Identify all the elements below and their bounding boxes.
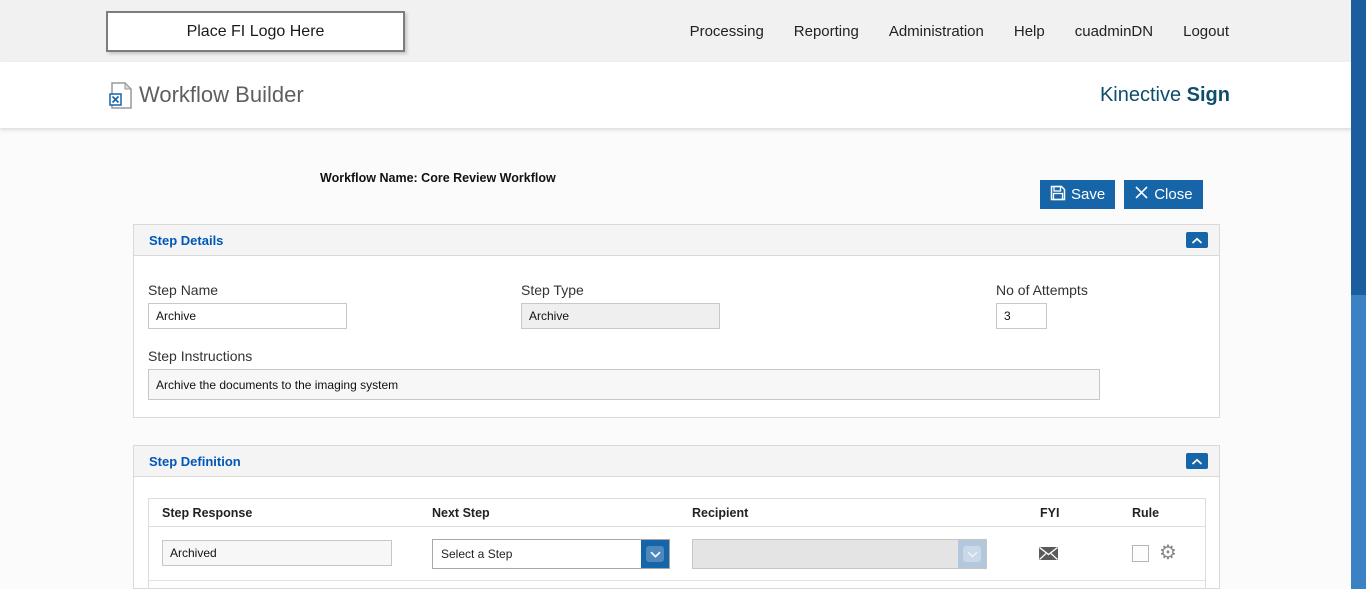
close-button-label: Close bbox=[1154, 186, 1192, 203]
instructions-input[interactable] bbox=[148, 369, 1100, 400]
step-details-panel: Step Details Step Name Step Type No of A… bbox=[133, 224, 1220, 418]
attempts-input[interactable] bbox=[996, 303, 1047, 329]
close-button[interactable]: Close bbox=[1124, 180, 1202, 209]
nav-help[interactable]: Help bbox=[1014, 23, 1045, 40]
fi-logo-placeholder: Place FI Logo Here bbox=[106, 11, 405, 52]
rule-gear-icon[interactable]: ⚙ bbox=[1159, 540, 1177, 566]
recipient-dropdown-button bbox=[958, 540, 986, 568]
step-definition-body: Step Response Next Step Recipient FYI Ru… bbox=[134, 477, 1219, 589]
collapse-step-definition-button[interactable] bbox=[1186, 453, 1208, 469]
step-definition-panel: Step Definition Step Response Next Step … bbox=[133, 445, 1220, 589]
vertical-scrollbar[interactable] bbox=[1351, 0, 1366, 589]
col-rule: Rule bbox=[1132, 506, 1159, 520]
collapse-step-details-button[interactable] bbox=[1186, 232, 1208, 248]
action-buttons: Save Close bbox=[1040, 180, 1203, 209]
brand-second: Sign bbox=[1187, 84, 1230, 106]
workflow-builder-icon bbox=[109, 82, 133, 109]
step-type-input bbox=[521, 303, 720, 329]
scrollbar-thumb[interactable] bbox=[1351, 0, 1366, 295]
col-next-step: Next Step bbox=[432, 506, 490, 520]
nav-reporting[interactable]: Reporting bbox=[794, 23, 859, 40]
col-recipient: Recipient bbox=[692, 506, 748, 520]
recipient-dropdown bbox=[692, 539, 987, 569]
step-definition-table: Step Response Next Step Recipient FYI Ru… bbox=[148, 498, 1206, 589]
col-step-response: Step Response bbox=[162, 506, 252, 520]
step-name-label: Step Name bbox=[148, 282, 218, 298]
chevron-down-icon bbox=[963, 546, 981, 562]
nav-administration[interactable]: Administration bbox=[889, 23, 984, 40]
save-button-label: Save bbox=[1071, 186, 1105, 203]
fi-logo-text: Place FI Logo Here bbox=[187, 23, 325, 41]
save-icon bbox=[1050, 185, 1066, 205]
next-step-selected-value: Select a Step bbox=[433, 540, 641, 568]
chevron-down-icon bbox=[646, 546, 664, 562]
step-name-input[interactable] bbox=[148, 303, 347, 329]
top-bar: Place FI Logo Here Processing Reporting … bbox=[0, 0, 1366, 62]
nav-username[interactable]: cuadminDN bbox=[1075, 23, 1153, 40]
step-type-label: Step Type bbox=[521, 282, 584, 298]
step-definition-title: Step Definition bbox=[149, 454, 1186, 469]
workflow-name-label: Workflow Name: Core Review Workflow bbox=[320, 171, 556, 185]
recipient-selected-value bbox=[693, 540, 958, 568]
step-response-input[interactable] bbox=[162, 540, 392, 566]
attempts-label: No of Attempts bbox=[996, 282, 1088, 298]
rule-checkbox[interactable] bbox=[1132, 545, 1149, 562]
brand-logo: Kinective Sign bbox=[1100, 62, 1230, 128]
table-row bbox=[149, 581, 1205, 589]
main-nav: Processing Reporting Administration Help… bbox=[690, 0, 1229, 62]
table-header-row: Step Response Next Step Recipient FYI Ru… bbox=[149, 499, 1205, 527]
step-details-body: Step Name Step Type No of Attempts Step … bbox=[134, 256, 1219, 418]
chevron-up-icon bbox=[1191, 233, 1203, 248]
nav-processing[interactable]: Processing bbox=[690, 23, 764, 40]
step-details-header: Step Details bbox=[134, 225, 1219, 256]
col-fyi: FYI bbox=[1040, 506, 1059, 520]
fyi-envelope-icon[interactable] bbox=[1038, 546, 1059, 566]
brand-first: Kinective bbox=[1100, 84, 1181, 106]
page-title: Workflow Builder bbox=[139, 62, 304, 128]
chevron-up-icon bbox=[1191, 454, 1203, 469]
app-header: Workflow Builder Kinective Sign bbox=[0, 62, 1366, 128]
step-definition-header: Step Definition bbox=[134, 446, 1219, 477]
nav-logout[interactable]: Logout bbox=[1183, 23, 1229, 40]
save-button[interactable]: Save bbox=[1040, 180, 1115, 209]
next-step-dropdown[interactable]: Select a Step bbox=[432, 539, 670, 569]
next-step-dropdown-button[interactable] bbox=[641, 540, 669, 568]
table-row: Select a Step bbox=[149, 527, 1205, 581]
step-details-title: Step Details bbox=[149, 233, 1186, 248]
close-icon bbox=[1134, 185, 1149, 204]
instructions-label: Step Instructions bbox=[148, 348, 252, 364]
